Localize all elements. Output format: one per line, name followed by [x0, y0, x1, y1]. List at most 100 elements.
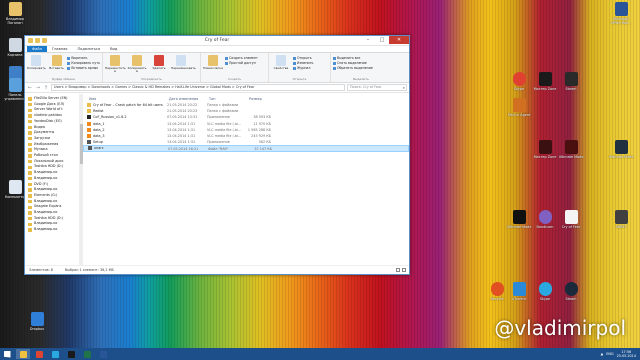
paste-shortcut-button[interactable]: Вставить ярлык — [67, 66, 100, 70]
desktop-icon-steam[interactable]: Steam — [558, 72, 584, 91]
desktop-icon-master-zone[interactable]: Мастер Zone — [532, 72, 558, 91]
ribbon-group-clipboard: Копировать Вставить Вырезать Копировать … — [25, 53, 103, 82]
computer-icon — [8, 180, 22, 194]
media-icon — [67, 350, 75, 358]
tab-home[interactable]: Главная — [47, 46, 73, 52]
taskbar-apps — [14, 349, 110, 359]
steam-icon — [564, 72, 578, 86]
rename-icon — [176, 55, 186, 66]
taskbar-app-chrome[interactable] — [32, 349, 46, 359]
control-panel-icon — [8, 78, 22, 92]
word-icon — [614, 2, 628, 16]
search-input[interactable]: Поиск: Cry of Fear ⌕ — [347, 84, 407, 91]
desktop-icon-mail-agent[interactable]: Mail.ru Agent — [506, 98, 532, 117]
file-icon — [87, 134, 91, 139]
skype-icon — [51, 350, 59, 358]
title-bar[interactable]: Cry of Fear – □ ✕ — [25, 36, 409, 46]
desktop-icon-ultimate-2[interactable]: Ultimate Mode — [608, 140, 634, 159]
taskbar-app-word[interactable] — [96, 349, 110, 359]
desktop-icon-ultimate-3[interactable]: Ultimate Mode — [506, 210, 532, 229]
app-icon — [614, 210, 628, 224]
open-button[interactable]: Открыть — [293, 56, 313, 60]
taskbar-app-skype[interactable] — [48, 349, 62, 359]
history-icon — [293, 66, 296, 70]
open-icon — [293, 56, 296, 60]
drive-icon — [28, 148, 32, 152]
drive-icon — [28, 102, 32, 107]
dropbox-icon — [30, 312, 44, 326]
skype-icon — [538, 282, 552, 296]
tiles-view-icon[interactable] — [402, 268, 406, 272]
desktop-icon-user[interactable]: Владимир Погонин — [2, 2, 28, 25]
close-button[interactable]: ✕ — [389, 36, 409, 44]
copy-folder-icon — [132, 55, 142, 66]
file-row[interactable]: unarc 07.05.2014 16:21 Файл "RAR" 37 147 КБ — [83, 145, 409, 152]
desktop-icon-word[interactable]: Microsoft Office Wor... — [608, 2, 634, 25]
desktop-icon-abbyy[interactable]: ABBYY — [608, 210, 634, 229]
taskbar-app-media[interactable] — [64, 349, 78, 359]
explorer-window[interactable]: Cry of Fear – □ ✕ Файл Главная Поделитьс… — [24, 35, 410, 275]
select-none-button[interactable]: Снять выделение — [333, 61, 373, 65]
up-arrow-icon[interactable]: ↑ — [43, 85, 49, 91]
details-view-icon[interactable] — [396, 268, 400, 272]
drive-icon — [28, 228, 32, 232]
tab-share[interactable]: Поделиться — [72, 46, 105, 52]
word-icon — [99, 350, 107, 358]
language-indicator[interactable]: ENG — [606, 352, 613, 356]
taskbar-app-excel[interactable] — [80, 349, 94, 359]
drive-icon — [28, 216, 32, 221]
back-arrow-icon[interactable]: ← — [27, 85, 33, 91]
new-folder-icon — [208, 55, 218, 66]
new-item-button[interactable]: Создать элемент — [225, 56, 258, 60]
easy-access-button[interactable]: Простой доступ — [225, 61, 258, 65]
ribbon: Копировать Вставить Вырезать Копировать … — [25, 53, 409, 83]
desktop-icon-bandicam[interactable]: Bandicam — [532, 210, 558, 229]
game-icon — [538, 140, 552, 154]
cut-button[interactable]: Вырезать — [67, 56, 100, 60]
utorrent-icon — [512, 282, 526, 296]
desktop-icon-cry-of-fear[interactable]: Cry of Fear — [558, 210, 584, 229]
forward-arrow-icon[interactable]: → — [35, 85, 41, 91]
ribbon-group-open: Свойства Открыть Изменить Журнал Открыть — [269, 53, 331, 82]
user-folder-icon — [8, 2, 22, 16]
drive-icon — [28, 114, 32, 118]
desktop-icon-skype[interactable]: Skype — [506, 72, 532, 91]
desktop-icon-dropbox[interactable]: Dropbox — [24, 312, 50, 331]
desktop-icon-steam-2[interactable]: Steam — [558, 282, 584, 301]
desktop-icon-utorrent[interactable]: uTorrent — [506, 282, 532, 301]
ribbon-group-select: Выделить все Снять выделение Обратить вы… — [331, 53, 391, 82]
edit-button[interactable]: Изменить — [293, 61, 313, 65]
file-icon — [87, 121, 91, 126]
game-icon — [538, 72, 552, 86]
clock[interactable]: 17:56 25.05.2014 — [617, 350, 636, 358]
desktop-icon-skype-2[interactable]: Skype — [532, 282, 558, 301]
drive-icon — [28, 171, 32, 175]
drive-icon — [28, 199, 32, 204]
tab-file[interactable]: Файл — [27, 46, 47, 52]
select-all-button[interactable]: Выделить все — [333, 56, 373, 60]
start-button[interactable] — [0, 348, 14, 360]
drive-icon — [28, 188, 32, 192]
move-folder-icon — [110, 55, 120, 66]
ribbon-tabs: Файл Главная Поделиться Вид — [25, 46, 409, 53]
file-icon — [88, 146, 92, 151]
copy-path-button[interactable]: Копировать путь — [67, 61, 100, 65]
address-bar[interactable]: Users > Владимир > Downloads > Games > C… — [51, 84, 345, 91]
taskbar-app-explorer[interactable] — [16, 349, 30, 359]
tab-view[interactable]: Вид — [105, 46, 122, 52]
game-icon — [564, 140, 578, 154]
search-icon: ⌕ — [402, 85, 405, 90]
drive-icon — [28, 194, 32, 198]
invert-selection-button[interactable]: Обратить выделение — [333, 66, 373, 70]
desktop-icon-ultimate-1[interactable]: Ultimate Mode — [558, 140, 584, 159]
minimize-button[interactable]: – — [361, 36, 375, 44]
nav-item[interactable]: Владимир-ко — [25, 227, 79, 233]
desktop-icon-zone-2[interactable]: Мастер Zone — [532, 140, 558, 159]
file-icon — [87, 140, 91, 145]
history-button[interactable]: Журнал — [293, 66, 313, 70]
paste-icon — [51, 55, 62, 66]
easy-access-icon — [225, 61, 228, 65]
maximize-button[interactable]: □ — [375, 36, 389, 44]
folder-icon — [87, 103, 91, 108]
network-tray-icon[interactable]: ▲ — [601, 352, 604, 356]
